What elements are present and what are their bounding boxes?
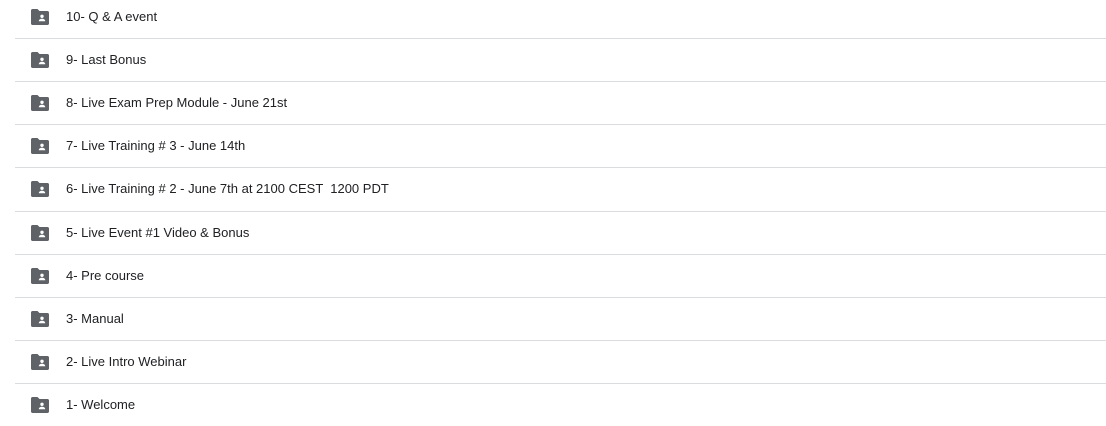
shared-folder-icon — [31, 94, 49, 111]
folder-row[interactable]: 1- Welcome — [15, 383, 1106, 426]
folder-name: 10- Q & A event — [66, 8, 158, 24]
folder-name: 4- Pre course — [66, 267, 145, 283]
folder-row[interactable]: 7- Live Training # 3 - June 14th — [15, 124, 1106, 167]
folder-row[interactable]: 2- Live Intro Webinar — [15, 340, 1106, 383]
folder-name: 7- Live Training # 3 - June 14th — [66, 137, 246, 153]
shared-folder-icon — [31, 267, 49, 284]
folder-row[interactable]: 4- Pre course — [15, 254, 1106, 297]
folder-name: 3- Manual — [66, 310, 124, 326]
folder-row[interactable]: 3- Manual — [15, 297, 1106, 340]
folder-name: 2- Live Intro Webinar — [66, 353, 187, 369]
folder-name: 9- Last Bonus — [66, 51, 147, 67]
folder-name: 6- Live Training # 2 - June 7th at 2100 … — [66, 180, 389, 196]
folder-row[interactable]: 10- Q & A event — [15, 0, 1106, 38]
shared-folder-icon — [31, 51, 49, 68]
shared-folder-icon — [31, 224, 49, 241]
folder-name: 8- Live Exam Prep Module - June 21st — [66, 94, 288, 110]
shared-folder-icon — [31, 353, 49, 370]
shared-folder-icon — [31, 310, 49, 327]
shared-folder-icon — [31, 180, 49, 197]
shared-folder-icon — [31, 8, 49, 25]
folder-row[interactable]: 8- Live Exam Prep Module - June 21st — [15, 81, 1106, 124]
folder-name: 5- Live Event #1 Video & Bonus — [66, 224, 250, 240]
folder-row[interactable]: 5- Live Event #1 Video & Bonus — [15, 211, 1106, 254]
folder-list: 10- Q & A event 9- Last Bonus 8- Live Ex… — [0, 0, 1106, 426]
folder-name: 1- Welcome — [66, 396, 136, 412]
shared-folder-icon — [31, 137, 49, 154]
folder-row[interactable]: 6- Live Training # 2 - June 7th at 2100 … — [15, 167, 1106, 210]
folder-row[interactable]: 9- Last Bonus — [15, 38, 1106, 81]
shared-folder-icon — [31, 396, 49, 413]
